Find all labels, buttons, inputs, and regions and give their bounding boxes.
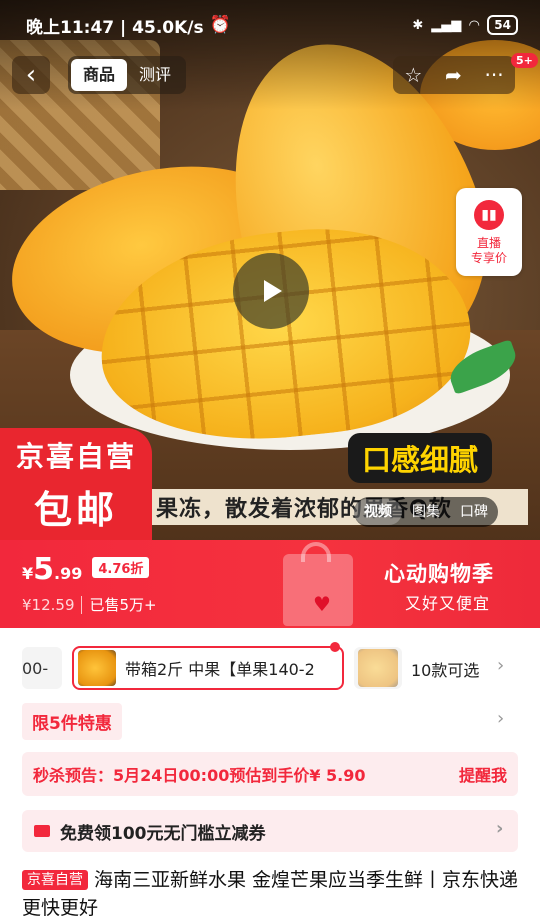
battery-icon: 54 (487, 15, 518, 35)
variant-label: 带箱2斤 中果【单果140-2 (125, 660, 315, 679)
top-tabs: 商品 测评 (68, 56, 186, 94)
original-price: ¥12.59 (22, 596, 75, 614)
media-tab-reviews[interactable]: 口碑 (450, 499, 498, 525)
flash-sale-notice: 秒杀预告：5月24日00:00预估到手价¥ 5.90 提醒我 (22, 752, 518, 796)
chevron-right-icon[interactable]: › (497, 655, 504, 676)
alarm-icon: ⏰ (209, 15, 231, 35)
heart-icon: ♥ (313, 592, 331, 616)
discount-badge: 4.76折 (92, 557, 150, 578)
variant-count[interactable]: 10款可选 (411, 657, 479, 681)
media-tab-gallery[interactable]: 图集 (402, 499, 450, 525)
chevron-right-icon: › (496, 818, 504, 839)
original-price-row: ¥12.59 已售5万+ (22, 594, 157, 615)
more-icon[interactable]: ··· (485, 63, 504, 87)
message-badge: 5+ (511, 53, 538, 68)
price-band: ¥ 5 .99 4.76折 ¥12.59 已售5万+ ♥ 心动购物季 又好又便宜 (0, 540, 540, 628)
promo-badge-line2: 包邮 (33, 487, 118, 532)
chevron-right-icon[interactable]: › (497, 708, 504, 729)
tab-product[interactable]: 商品 (71, 59, 127, 91)
remind-me-button[interactable]: 提醒我 (459, 762, 507, 786)
signal-icon: ▂▄▆ (431, 17, 462, 33)
price: ¥ 5 .99 4.76折 (22, 552, 150, 587)
product-title: 京喜自营 海南三亚新鲜水果 金煌芒果应当季生鲜丨京东快递 更快更好 (22, 866, 522, 919)
live-stream-button[interactable]: ▮▮ 直播 专享价 (456, 188, 522, 276)
price-currency: ¥ (22, 564, 34, 583)
self-operated-tag: 京喜自营 (22, 870, 88, 890)
sold-count: 已售5万+ (80, 596, 157, 614)
promo-badge: 京喜自营 包邮 (0, 428, 152, 540)
tab-review[interactable]: 测评 (127, 59, 183, 91)
star-icon[interactable]: ☆ (404, 63, 422, 87)
price-integer: 5 (33, 552, 55, 587)
wifi-icon: ◠ (469, 17, 480, 33)
flash-sale-text: 秒杀预告：5月24日00:00预估到手价¥ 5.90 (33, 766, 366, 785)
live-icon: ▮▮ (474, 200, 504, 230)
media-tabs: 视频 图集 口碑 (354, 497, 498, 527)
promo-badge-line1: 京喜自营 (15, 439, 136, 473)
price-decimal: .99 (54, 564, 83, 583)
play-icon (264, 280, 282, 302)
shopping-bag-icon: ♥ (283, 542, 353, 626)
campaign-subtitle: 又好又便宜 (405, 594, 491, 613)
limit-offer-tag: 限5件特惠 (22, 703, 122, 740)
share-icon[interactable]: ➦ (445, 63, 462, 87)
variant-option[interactable] (354, 647, 402, 689)
coupon-icon (34, 825, 50, 837)
variant-option-selected[interactable]: 带箱2斤 中果【单果140-2 (72, 646, 344, 690)
status-time: 晚上11:47 | 45.0K/s (26, 17, 204, 38)
variant-selector: 00- 带箱2斤 中果【单果140-2 10款可选 › (0, 642, 540, 694)
status-bar: 晚上11:47 | 45.0K/s ⏰ ✱ ▂▄▆ ◠ 54 (0, 0, 540, 50)
bag-handle (301, 542, 331, 562)
product-title-text: 海南三亚新鲜水果 金煌芒果应当季生鲜丨京东快递 更快更好 (22, 869, 519, 919)
back-button[interactable]: ‹ (12, 56, 50, 94)
coupon-row[interactable]: 免费领100元无门槛立减券 › (22, 810, 518, 852)
variant-option[interactable]: 00- (22, 647, 62, 689)
variant-thumbnail (358, 649, 398, 687)
hot-indicator (330, 642, 340, 652)
live-price-label: 专享价 (470, 251, 507, 265)
coupon-text: 免费领100元无门槛立减券 (60, 823, 266, 844)
live-label: 直播 (476, 236, 501, 250)
campaign-title: 心动购物季 (384, 562, 494, 586)
nav-actions: ☆ ➦ ··· (393, 56, 515, 94)
bluetooth-icon: ✱ (412, 17, 424, 33)
variant-thumbnail (78, 650, 116, 686)
play-video-button[interactable] (233, 253, 309, 329)
chevron-left-icon: ‹ (25, 60, 37, 90)
taste-tag: 口感细腻 (348, 433, 493, 483)
media-tab-video[interactable]: 视频 (354, 499, 402, 525)
